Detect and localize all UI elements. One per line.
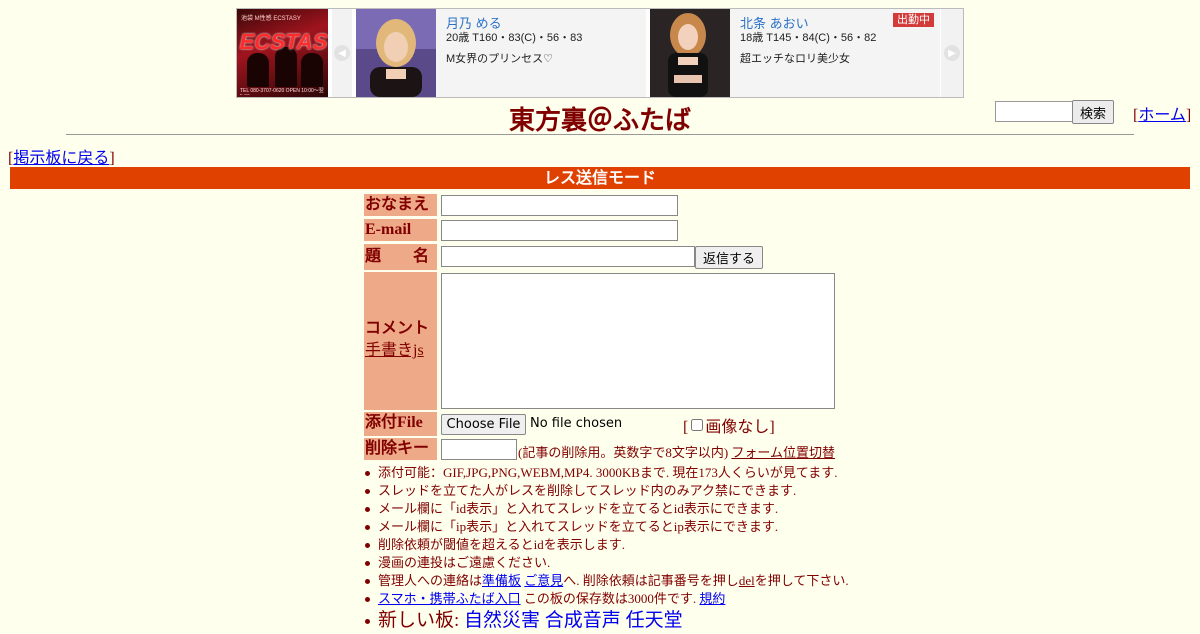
delete-key-label: 削除キー bbox=[364, 438, 437, 460]
choose-file-button[interactable]: Choose File bbox=[441, 414, 526, 435]
chevron-left-icon: ◀ bbox=[334, 45, 350, 61]
ad-silhouette bbox=[301, 53, 323, 87]
rules-link[interactable]: 規約 bbox=[699, 591, 725, 606]
home-link-container: [ホーム] bbox=[1133, 101, 1191, 125]
no-image-checkbox[interactable] bbox=[691, 419, 704, 431]
email-input[interactable] bbox=[441, 220, 678, 241]
list-item: 漫画の連投はご遠慮ください. bbox=[364, 554, 884, 572]
storage-count-text: この板の保存数は3000件です. bbox=[520, 591, 697, 606]
notes-list: 添付可能：GIF,JPG,PNG,WEBM,MP4. 3000KBまで. 現在1… bbox=[364, 464, 884, 634]
list-item: 新しい板: 自然災害 合成音声 任天堂 bbox=[364, 608, 884, 634]
name-label: おなまえ bbox=[364, 194, 437, 216]
delete-request-text-end: を押して下さい. bbox=[754, 573, 849, 588]
chevron-right-icon: ▶ bbox=[944, 45, 960, 61]
prep-board-link[interactable]: 準備板 bbox=[482, 573, 521, 588]
handwrite-js-link[interactable]: 手書きjs bbox=[365, 342, 424, 359]
reply-mode-bar: レス送信モード bbox=[10, 167, 1190, 189]
bracket: ] bbox=[109, 150, 115, 167]
search-button[interactable]: 検索 bbox=[1072, 100, 1114, 124]
feedback-link[interactable]: ご意見 bbox=[524, 573, 563, 588]
ad-girl-stats: 20歳 T160・83(C)・56・83 bbox=[446, 32, 583, 44]
no-image-option: [ 画像なし] bbox=[683, 413, 775, 437]
no-file-chosen-text: No file chosen bbox=[530, 416, 623, 431]
list-item: スマホ・携帯ふたば入口 この板の保存数は3000件です. 規約 bbox=[364, 590, 884, 608]
new-board-link[interactable]: 合成音声 bbox=[545, 610, 621, 631]
delete-key-note: (記事の削除用。英数字で8文字以内) フォーム位置切替 bbox=[518, 442, 835, 461]
ad-logo-image[interactable]: 池袋 M性感 ECSTASY ECSTASY TEL 080-3707-0620… bbox=[237, 9, 328, 97]
list-item: メール欄に「ip表示」と入れてスレッドを立てるとip表示にできます. bbox=[364, 518, 884, 536]
ad-logo-bottom-text: TEL 080-3707-0620 OPEN 10:00〜翌5:00 bbox=[240, 88, 324, 95]
ad-logo-top-text: 池袋 M性感 ECSTASY bbox=[241, 16, 301, 22]
ad-photo[interactable] bbox=[650, 9, 730, 97]
ad-girl-catchphrase: M女界のプリンセス♡ bbox=[446, 53, 554, 65]
list-item: 管理人への連絡は準備板 ご意見へ. 削除依頼は記事番号を押しdelを押して下さい… bbox=[364, 572, 884, 590]
list-item: 削除依頼が閾値を超えるとidを表示します. bbox=[364, 536, 884, 554]
new-boards-label: 新しい板: bbox=[378, 610, 460, 631]
comment-label: コメント bbox=[365, 320, 430, 337]
new-board-link[interactable]: 任天堂 bbox=[626, 610, 683, 631]
bracket: ] bbox=[769, 419, 775, 436]
back-to-board-link[interactable]: 掲示板に戻る bbox=[13, 150, 109, 167]
list-item: スレッドを立てた人がレスを削除してスレッド内のみアク禁にできます. bbox=[364, 482, 884, 500]
submit-reply-button[interactable]: 返信する bbox=[695, 246, 763, 269]
banner-next-button[interactable]: ▶ bbox=[941, 9, 963, 97]
contact-text: 管理人への連絡は bbox=[378, 573, 483, 588]
comment-label-cell: コメント 手書きjs bbox=[364, 272, 437, 410]
subject-label: 題 名 bbox=[364, 244, 437, 270]
ad-photo[interactable] bbox=[356, 9, 436, 97]
no-image-label: 画像なし bbox=[705, 419, 770, 436]
name-input[interactable] bbox=[441, 195, 678, 216]
new-board-link[interactable]: 自然災害 bbox=[464, 610, 540, 631]
ad-silhouette bbox=[247, 53, 269, 87]
comment-textarea[interactable] bbox=[441, 273, 835, 409]
bracket: [ bbox=[683, 419, 689, 436]
ad-card[interactable]: 月乃 める 20歳 T160・83(C)・56・83 M女界のプリンセス♡ bbox=[356, 9, 646, 97]
ad-logo-text: ECSTASY bbox=[237, 29, 328, 54]
email-label: E-mail bbox=[364, 219, 437, 241]
form-position-toggle-link[interactable]: フォーム位置切替 bbox=[731, 445, 835, 460]
ad-banner[interactable]: 池袋 M性感 ECSTASY ECSTASY TEL 080-3707-0620… bbox=[236, 8, 964, 98]
delete-key-input[interactable] bbox=[441, 439, 517, 460]
ad-photo-image bbox=[650, 9, 730, 97]
ad-girl-catchphrase: 超エッチなロリ美少女 bbox=[740, 53, 850, 65]
file-label: 添付File bbox=[364, 412, 437, 436]
list-item: メール欄に「id表示」と入れてスレッドを立てるとid表示にできます. bbox=[364, 500, 884, 518]
header-divider bbox=[66, 134, 1134, 135]
search-input[interactable] bbox=[995, 101, 1077, 122]
delete-key-hint: (記事の削除用。英数字で8文字以内) bbox=[518, 445, 729, 460]
bracket: ] bbox=[1185, 107, 1192, 124]
delete-request-text: へ. 削除依頼は記事番号を押し bbox=[563, 573, 739, 588]
subject-input[interactable] bbox=[441, 246, 695, 267]
list-item: 添付可能：GIF,JPG,PNG,WEBM,MP4. 3000KBまで. 現在1… bbox=[364, 464, 884, 482]
back-link-container: [掲示板に戻る] bbox=[8, 144, 115, 168]
ad-girl-stats: 18歳 T145・84(C)・56・82 bbox=[740, 32, 877, 44]
banner-prev-button[interactable]: ◀ bbox=[332, 9, 352, 97]
on-duty-badge: 出勤中 bbox=[893, 13, 934, 27]
del-link[interactable]: del bbox=[739, 573, 755, 588]
home-link[interactable]: ホーム bbox=[1138, 107, 1186, 124]
ad-card[interactable]: 北条 あおい 18歳 T145・84(C)・56・82 超エッチなロリ美少女 出… bbox=[650, 9, 940, 97]
ad-photo-image bbox=[356, 9, 436, 97]
mobile-entrance-link[interactable]: スマホ・携帯ふたば入口 bbox=[378, 591, 521, 606]
